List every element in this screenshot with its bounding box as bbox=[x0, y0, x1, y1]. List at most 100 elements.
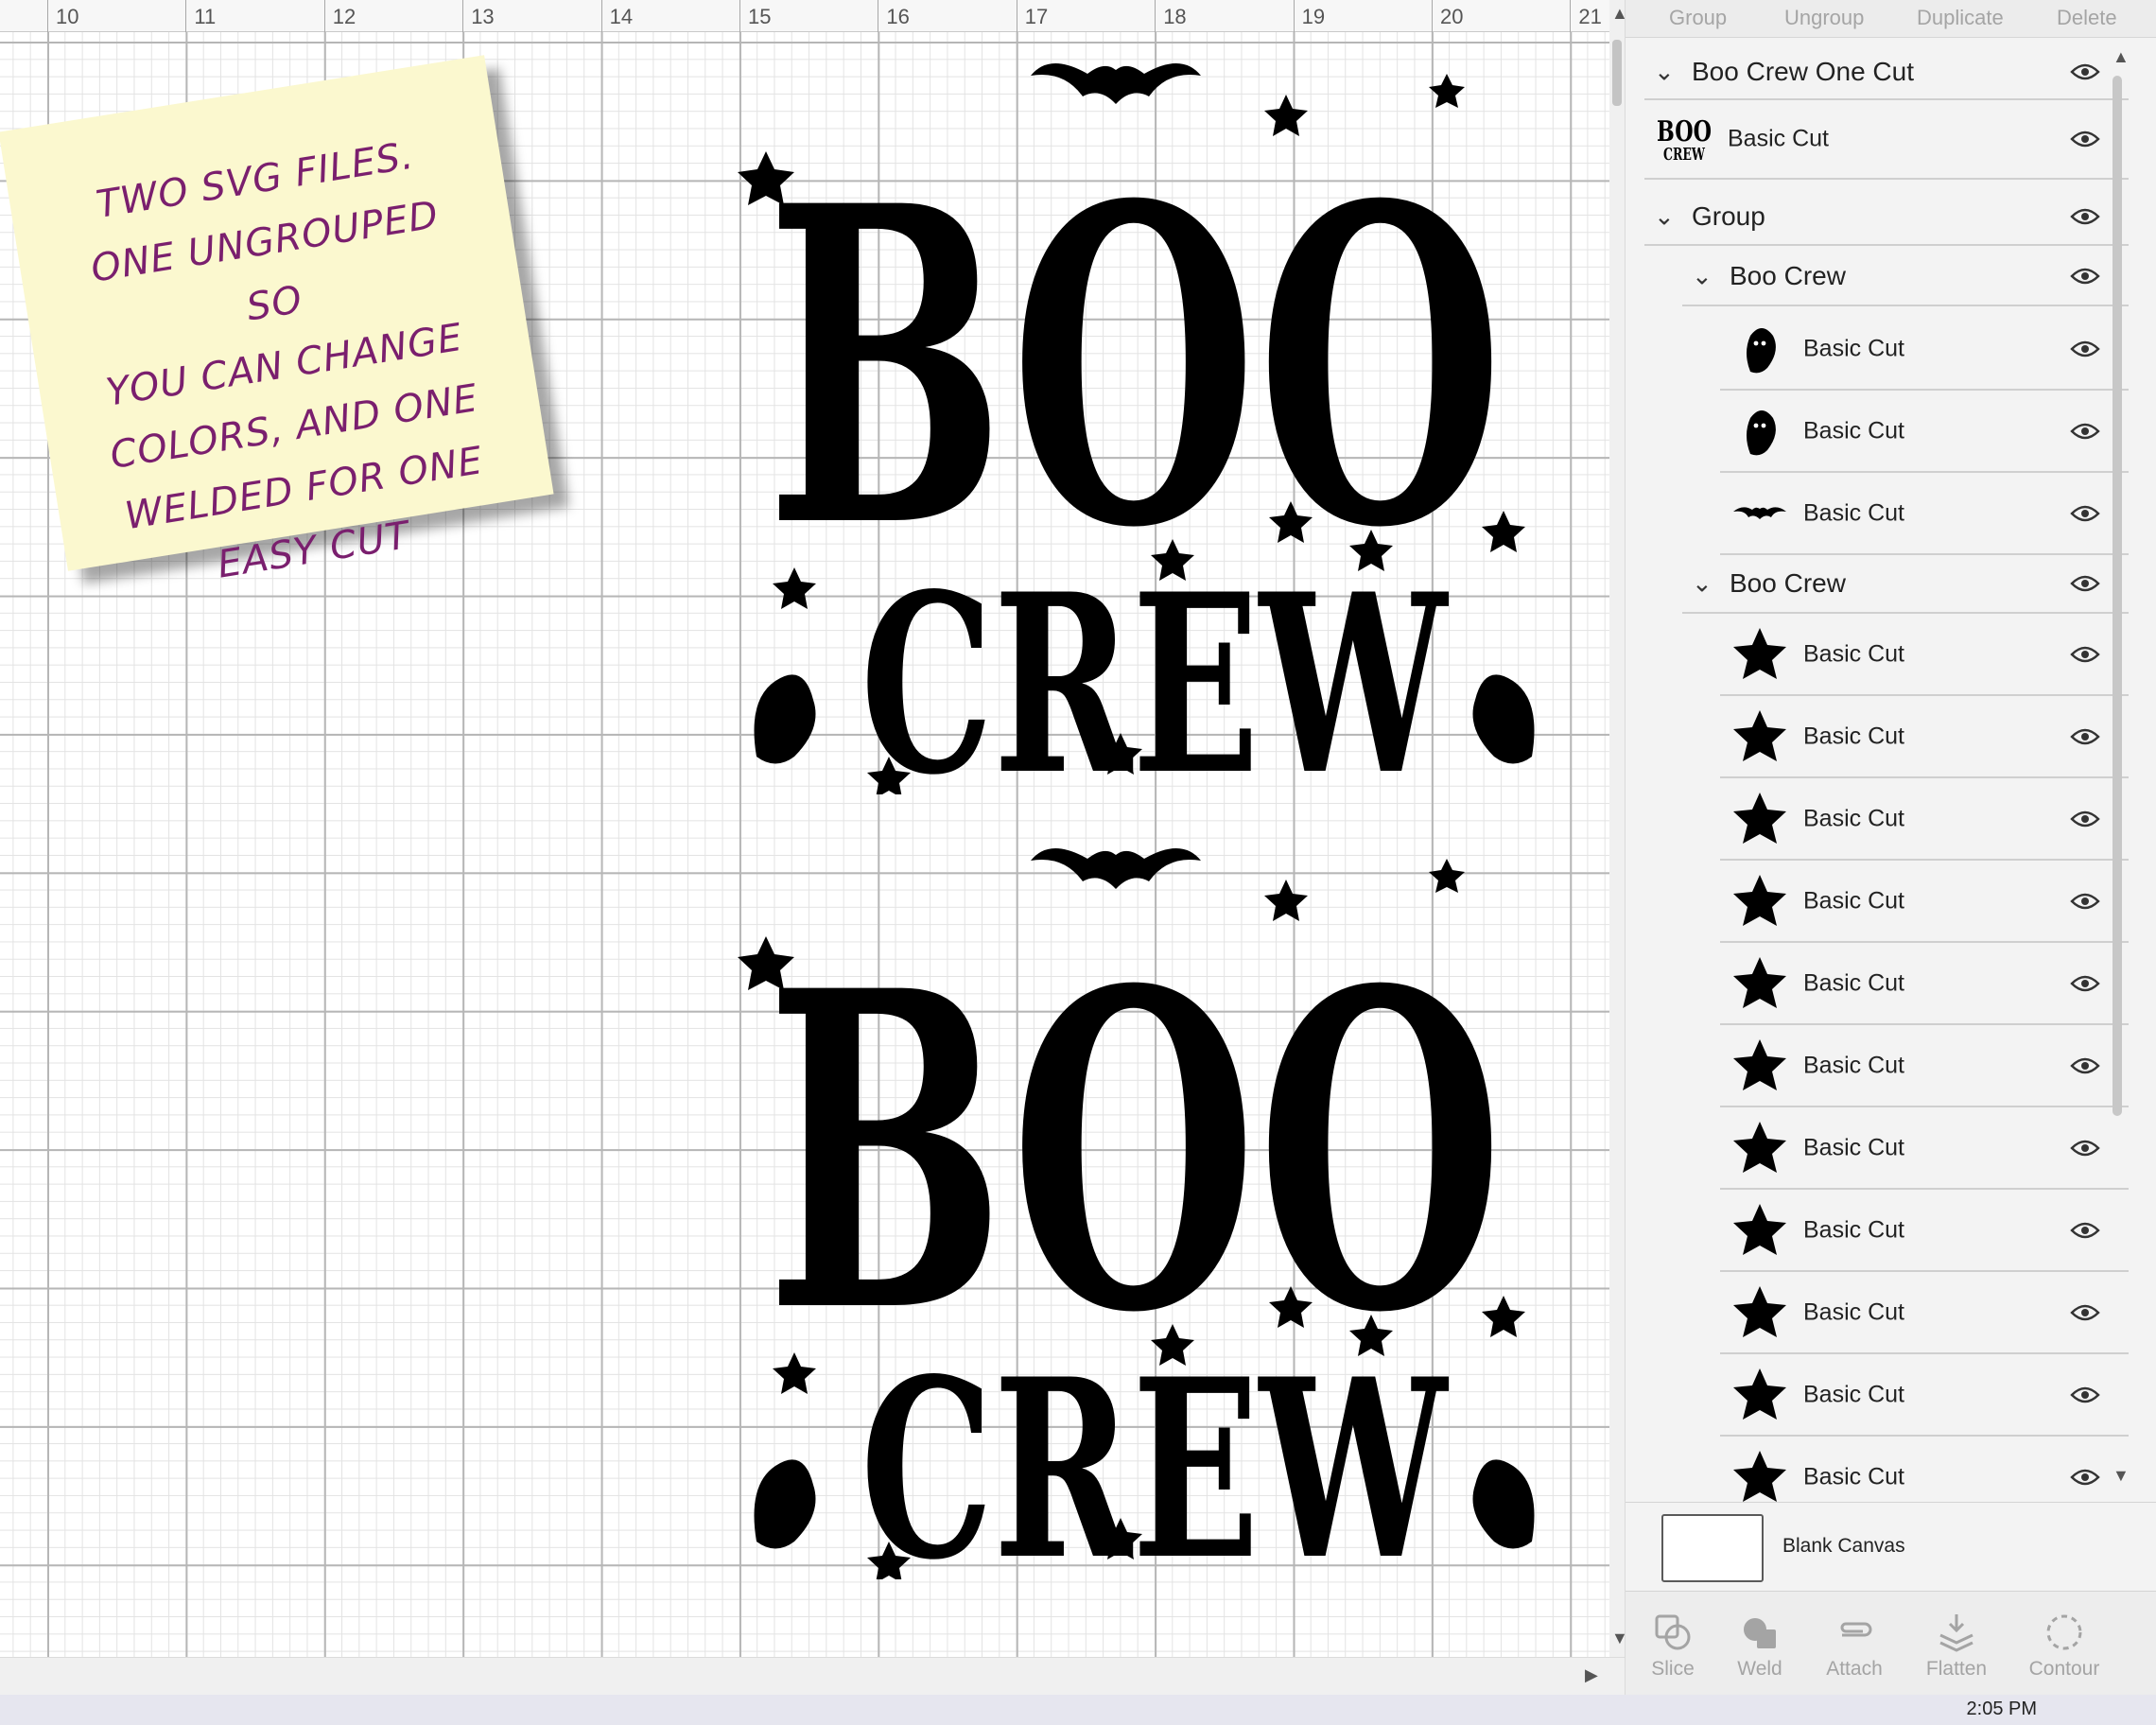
os-taskbar: 2:05 PM bbox=[0, 1695, 2156, 1725]
blank-canvas-row[interactable]: Blank Canvas bbox=[1626, 1502, 2156, 1591]
layers-panel: Group Ungroup Duplicate Delete ⌄ Boo Crew… bbox=[1625, 0, 2156, 1695]
visibility-eye-icon[interactable] bbox=[2070, 645, 2100, 664]
ruler-label: 21 bbox=[1578, 5, 1602, 28]
layer-group-one-cut[interactable]: ⌄ Boo Crew One Cut bbox=[1644, 45, 2129, 100]
flatten-button[interactable]: Flatten bbox=[1909, 1611, 2004, 1681]
layer-item[interactable]: Basic Cut bbox=[1720, 696, 2129, 778]
boo-crew-design-bottom[interactable]: BOO CREW bbox=[738, 823, 1560, 1614]
layer-group-boo-crew[interactable]: ⌄ Boo Crew bbox=[1682, 248, 2129, 306]
ghost-icon bbox=[1730, 319, 1790, 379]
layers-scroll-up-icon[interactable]: ▲ bbox=[2113, 47, 2130, 67]
flatten-label: Flatten bbox=[1925, 1658, 1988, 1680]
delete-button[interactable]: Delete bbox=[2057, 6, 2117, 30]
layers-scroll-thumb[interactable] bbox=[2113, 76, 2122, 1116]
layer-item[interactable]: Basic Cut bbox=[1720, 308, 2129, 391]
design-canvas[interactable]: 10 11 12 13 14 15 16 17 18 19 20 21 TWO SVG FILES. … bbox=[0, 0, 1609, 1657]
layer-item-label: Basic Cut bbox=[1803, 1463, 1904, 1490]
action-toolbar: Slice Weld Attach Flatten Contour bbox=[1626, 1591, 2156, 1695]
weld-icon bbox=[1744, 1618, 1776, 1648]
ruler-label: 11 bbox=[194, 5, 217, 28]
layers-toolbar: Group Ungroup Duplicate Delete bbox=[1626, 0, 2156, 38]
weld-label: Weld bbox=[1737, 1658, 1782, 1680]
bat-icon bbox=[1031, 847, 1201, 889]
visibility-eye-icon[interactable] bbox=[2070, 1385, 2100, 1404]
visibility-eye-icon[interactable] bbox=[2070, 574, 2100, 593]
star-icon bbox=[1730, 1447, 1790, 1503]
attach-button[interactable]: Attach bbox=[1807, 1611, 1902, 1681]
layer-item[interactable]: Basic Cut bbox=[1720, 614, 2129, 696]
boo-crew-design-top[interactable]: BOO CREW bbox=[738, 38, 1560, 829]
ruler-tick: 19 bbox=[1293, 0, 1325, 32]
visibility-eye-icon[interactable] bbox=[2070, 810, 2100, 828]
layer-item[interactable]: Basic Cut bbox=[1720, 1107, 2129, 1190]
weld-button[interactable]: Weld bbox=[1713, 1611, 1807, 1681]
ghost-icon bbox=[1730, 401, 1790, 462]
visibility-eye-icon[interactable] bbox=[2070, 340, 2100, 358]
visibility-eye-icon[interactable] bbox=[2070, 1056, 2100, 1075]
layer-item[interactable]: Basic Cut bbox=[1720, 391, 2129, 473]
ungroup-button[interactable]: Ungroup bbox=[1784, 6, 1864, 30]
layer-item-label: Basic Cut bbox=[1803, 805, 1904, 831]
visibility-eye-icon[interactable] bbox=[2070, 207, 2100, 226]
layers-list: ⌄ Boo Crew One Cut BOO CREW Basic Cut ⌄ Group ⌄… bbox=[1644, 45, 2129, 1502]
layer-item-label: Basic Cut bbox=[1803, 1052, 1904, 1078]
ruler-tick: 12 bbox=[323, 0, 356, 32]
group-button[interactable]: Group bbox=[1669, 6, 1727, 30]
attach-label: Attach bbox=[1826, 1658, 1883, 1680]
visibility-eye-icon[interactable] bbox=[2070, 1221, 2100, 1240]
crew-word: CREW bbox=[861, 541, 1450, 794]
layer-item-label: Basic Cut bbox=[1803, 887, 1904, 914]
layer-item[interactable]: Basic Cut bbox=[1720, 1025, 2129, 1107]
chevron-down-icon[interactable]: ⌄ bbox=[1692, 569, 1713, 599]
layer-item-label: Basic Cut bbox=[1803, 417, 1904, 444]
scroll-right-icon[interactable]: ▶ bbox=[1585, 1665, 1598, 1685]
ruler-tick: 18 bbox=[1155, 0, 1187, 32]
layer-group-boo-crew-title: Boo Crew bbox=[1730, 261, 1846, 290]
layer-item[interactable]: Basic Cut bbox=[1720, 943, 2129, 1025]
visibility-eye-icon[interactable] bbox=[2070, 62, 2100, 81]
chevron-down-icon[interactable]: ⌄ bbox=[1654, 58, 1675, 87]
visibility-eye-icon[interactable] bbox=[2070, 727, 2100, 746]
canvas-horizontal-scrollbar[interactable]: ▶ bbox=[0, 1657, 1625, 1695]
contour-button[interactable]: Contour bbox=[2017, 1611, 2112, 1681]
layer-item[interactable]: Basic Cut bbox=[1720, 778, 2129, 861]
visibility-eye-icon[interactable] bbox=[2070, 1139, 2100, 1158]
layer-group-boo-crew[interactable]: ⌄ Boo Crew bbox=[1682, 555, 2129, 614]
layer-item[interactable]: Basic Cut bbox=[1720, 1437, 2129, 1502]
flatten-icon bbox=[1939, 1614, 1973, 1652]
visibility-eye-icon[interactable] bbox=[2070, 267, 2100, 286]
chevron-down-icon[interactable]: ⌄ bbox=[1692, 262, 1713, 291]
canvas-scroll-thumb[interactable] bbox=[1612, 40, 1622, 106]
layer-item[interactable]: Basic Cut bbox=[1720, 473, 2129, 555]
visibility-eye-icon[interactable] bbox=[2070, 1468, 2100, 1487]
blank-canvas-swatch[interactable] bbox=[1661, 1514, 1764, 1582]
layer-item-label: Basic Cut bbox=[1803, 1381, 1904, 1407]
layer-item[interactable]: Basic Cut bbox=[1720, 861, 2129, 943]
visibility-eye-icon[interactable] bbox=[2070, 422, 2100, 441]
canvas-vertical-scrollbar[interactable]: ▲ ▼ bbox=[1609, 0, 1628, 1657]
ruler-tick: 15 bbox=[739, 0, 771, 32]
layer-item[interactable]: BOO CREW Basic Cut bbox=[1644, 100, 2129, 180]
taskbar-clock: 2:05 PM bbox=[1966, 1699, 2037, 1719]
visibility-eye-icon[interactable] bbox=[2070, 974, 2100, 993]
duplicate-button[interactable]: Duplicate bbox=[1917, 6, 2004, 30]
layer-item-label: Basic Cut bbox=[1728, 125, 1829, 152]
layer-item[interactable]: Basic Cut bbox=[1720, 1272, 2129, 1354]
crew-word: CREW bbox=[861, 1326, 1450, 1579]
visibility-eye-icon[interactable] bbox=[2070, 1303, 2100, 1322]
chevron-down-icon[interactable]: ⌄ bbox=[1654, 202, 1675, 232]
star-icon bbox=[1730, 1365, 1790, 1425]
layer-group-main[interactable]: ⌄ Group bbox=[1644, 189, 2129, 246]
layers-scroll-down-icon[interactable]: ▼ bbox=[2113, 1466, 2130, 1486]
layer-item[interactable]: Basic Cut bbox=[1720, 1190, 2129, 1272]
visibility-eye-icon[interactable] bbox=[2070, 130, 2100, 148]
ruler-tick: 10 bbox=[47, 0, 78, 32]
layers-scrollbar[interactable]: ▲ ▼ bbox=[2113, 47, 2130, 1494]
slice-button[interactable]: Slice bbox=[1626, 1611, 1720, 1681]
blank-canvas-label: Blank Canvas bbox=[1782, 1535, 1905, 1557]
ruler-label: 16 bbox=[886, 5, 910, 28]
boo-crew-thumbnail-icon: BOO CREW bbox=[1654, 109, 1714, 169]
visibility-eye-icon[interactable] bbox=[2070, 892, 2100, 911]
visibility-eye-icon[interactable] bbox=[2070, 504, 2100, 523]
layer-item[interactable]: Basic Cut bbox=[1720, 1354, 2129, 1437]
